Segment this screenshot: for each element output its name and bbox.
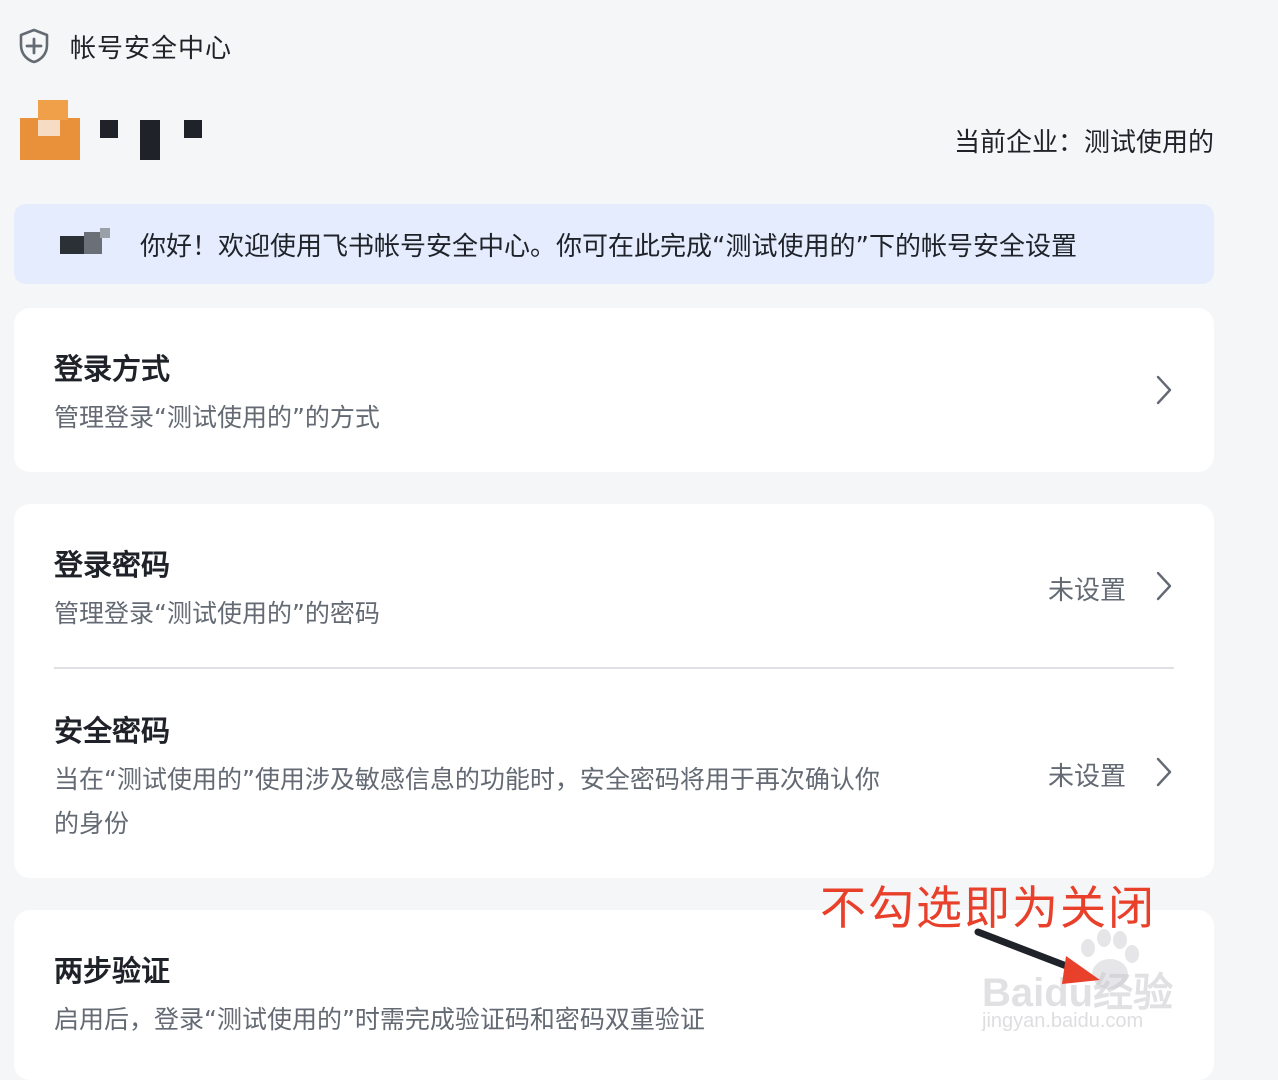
login-method-card: 登录方式 管理登录“测试使用的”的方式 xyxy=(14,308,1214,472)
divider xyxy=(54,667,1174,669)
password-card: 登录密码 管理登录“测试使用的”的密码 未设置 安全密码 当在“测试使用的”使用… xyxy=(14,504,1214,878)
watermark-url: jingyan.baidu.com xyxy=(982,1010,1144,1032)
masked-user-name xyxy=(60,224,120,264)
user-info: 当前企业：测试使用的 xyxy=(18,100,1214,164)
chevron-right-icon xyxy=(1156,375,1172,405)
avatar xyxy=(18,100,80,160)
masked-user-name xyxy=(100,118,220,160)
login-password-title: 登录密码 xyxy=(54,548,171,582)
page-header: 帐号安全中心 xyxy=(18,28,232,64)
two-step-title: 两步验证 xyxy=(54,954,171,988)
security-password-status: 未设置 xyxy=(1047,762,1126,792)
annotation-arrow-icon xyxy=(974,928,1100,984)
security-password-desc-line2: 的身份 xyxy=(54,809,130,838)
welcome-text: 你好！欢迎使用飞书帐号安全中心。你可在此完成“测试使用的”下的帐号安全设置 xyxy=(140,231,1077,262)
login-password-status: 未设置 xyxy=(1047,576,1126,606)
login-password-desc: 管理登录“测试使用的”的密码 xyxy=(54,599,380,628)
login-method-row[interactable]: 登录方式 管理登录“测试使用的”的方式 xyxy=(14,308,1214,472)
shield-plus-icon xyxy=(19,28,49,64)
chevron-right-icon xyxy=(1156,571,1172,601)
current-company-label: 当前企业：测试使用的 xyxy=(953,128,1214,158)
security-password-row[interactable]: 安全密码 当在“测试使用的”使用涉及敏感信息的功能时，安全密码将用于再次确认你 … xyxy=(14,670,1214,878)
two-step-desc: 启用后，登录“测试使用的”时需完成验证码和密码双重验证 xyxy=(54,1005,705,1034)
login-password-row[interactable]: 登录密码 管理登录“测试使用的”的密码 未设置 xyxy=(14,504,1214,668)
security-password-desc-line1: 当在“测试使用的”使用涉及敏感信息的功能时，安全密码将用于再次确认你 xyxy=(54,765,880,794)
security-password-title: 安全密码 xyxy=(54,714,171,748)
login-method-title: 登录方式 xyxy=(54,352,171,386)
login-method-desc: 管理登录“测试使用的”的方式 xyxy=(54,403,380,432)
chevron-right-icon xyxy=(1156,757,1172,787)
welcome-banner: 你好！欢迎使用飞书帐号安全中心。你可在此完成“测试使用的”下的帐号安全设置 xyxy=(14,204,1214,284)
page-title: 帐号安全中心 xyxy=(70,33,233,64)
